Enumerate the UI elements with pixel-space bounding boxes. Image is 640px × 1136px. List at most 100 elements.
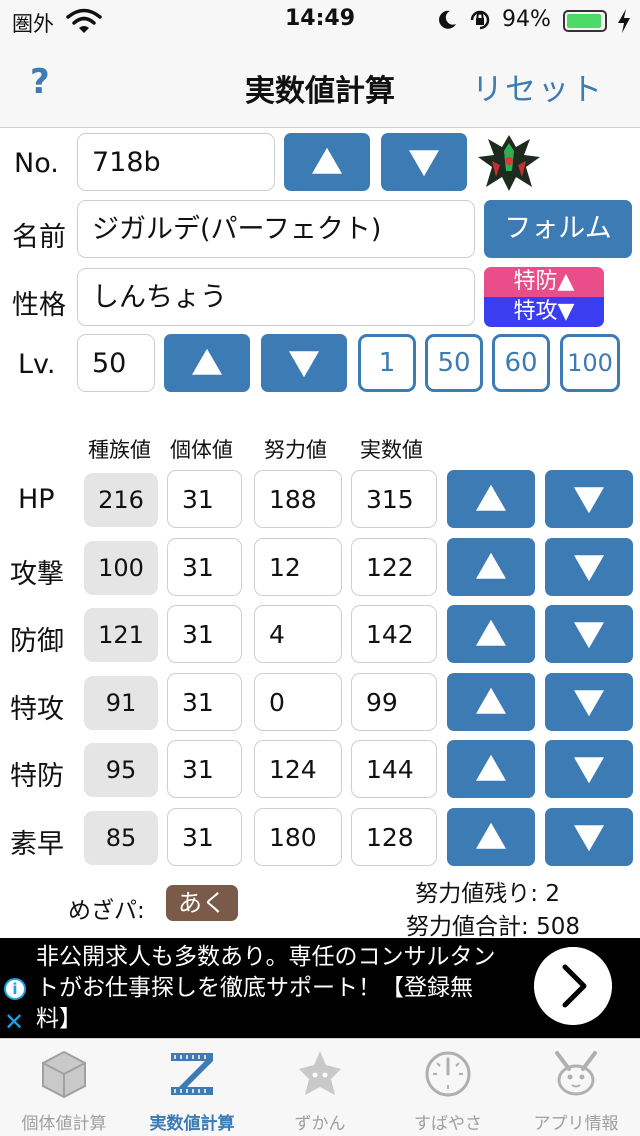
arrow-down-icon [409,150,439,177]
tab-label: 実数値計算 [149,1114,235,1134]
ev-down-button[interactable] [545,808,633,866]
tab-actual-calc[interactable]: 実数値計算 [128,1039,256,1136]
number-down-button[interactable] [381,133,467,191]
ev-input[interactable]: 124 [254,740,342,798]
name-input[interactable]: ジガルデ(パーフェクト) [77,200,475,258]
ev-input[interactable]: 0 [254,673,342,731]
iv-input[interactable]: 31 [167,538,242,596]
ev-down-button[interactable] [545,673,633,731]
ev-up-button[interactable] [447,808,535,866]
ev-input[interactable]: 12 [254,538,342,596]
level-preset-60[interactable]: 60 [492,334,550,392]
iv-input[interactable]: 31 [167,808,242,866]
arrow-up-icon [476,619,506,646]
stat-row-hp: HP 216 31 188 315 [0,469,640,529]
level-preset-1[interactable]: 1 [358,334,416,392]
level-input[interactable]: 50 [77,334,155,392]
stat-label: 防御 [10,626,64,657]
ev-input[interactable]: 180 [254,808,342,866]
column-base-stats: 種族値 [88,438,151,462]
tab-label: すばやさ [414,1114,482,1134]
actual-stat-input[interactable]: 122 [351,538,437,596]
ev-up-button[interactable] [447,740,535,798]
number-up-button[interactable] [284,133,370,191]
level-label: Lv. [18,349,56,380]
base-stat-value: 85 [84,811,158,865]
ev-remaining: 努力値残り: 2 [415,881,560,907]
ad-close-icon[interactable]: ✕ [4,1008,24,1036]
tab-app-info[interactable]: アプリ情報 [512,1039,640,1136]
ev-up-button[interactable] [447,538,535,596]
ev-up-button[interactable] [447,470,535,528]
hidden-power-type-badge: あく [166,885,238,921]
arrow-down-icon [574,622,604,649]
navigation-bar: ? 実数値計算 リセット [0,42,640,128]
tab-speed[interactable]: すばやさ [384,1039,512,1136]
ev-down-button[interactable] [545,538,633,596]
ad-banner[interactable]: 非公開求人も多数あり。専任のコンサルタントがお仕事探しを徹底サポート！【登録無料… [0,938,640,1038]
stat-label: 特防 [10,761,64,792]
ev-input[interactable]: 188 [254,470,342,528]
arrow-up-icon [312,147,342,174]
arrow-up-icon [476,754,506,781]
stat-label: 素早 [10,829,64,860]
arrow-down-icon [574,487,604,514]
iv-input[interactable]: 31 [167,605,242,663]
moon-icon [439,10,456,29]
level-preset-50[interactable]: 50 [425,334,483,392]
nature-up-stat: 特防▲ [484,267,604,297]
ev-down-button[interactable] [545,605,633,663]
battery-percent: 94% [502,7,551,32]
iv-input[interactable]: 31 [167,740,242,798]
cube-icon [42,1050,86,1099]
tab-label: 個体値計算 [21,1114,107,1134]
tab-label: アプリ情報 [533,1114,619,1134]
ev-up-button[interactable] [447,605,535,663]
base-stat-value: 121 [84,608,158,662]
base-stat-value: 100 [84,541,158,595]
level-preset-100[interactable]: 100 [560,334,620,392]
iv-input[interactable]: 31 [167,470,242,528]
level-up-button[interactable] [164,334,250,392]
stat-row-defense: 防御 121 31 4 142 [0,604,640,664]
iv-input[interactable]: 31 [167,673,242,731]
chevron-right-icon[interactable] [534,947,612,1025]
battery-icon [563,10,607,32]
actual-stat-input[interactable]: 99 [351,673,437,731]
arrow-down-icon [574,757,604,784]
status-bar: 圏外 14:49 94% [0,0,640,42]
nature-input[interactable]: しんちょう [77,268,475,326]
arrow-up-icon [476,484,506,511]
actual-stat-input[interactable]: 128 [351,808,437,866]
arrow-down-icon [574,825,604,852]
tab-iv-calc[interactable]: 個体値計算 [0,1039,128,1136]
actual-stat-input[interactable]: 315 [351,470,437,528]
hidden-power-label: めざパ: [68,898,145,924]
forme-button[interactable]: フォルム [484,200,632,258]
reset-button[interactable]: リセット [472,64,604,109]
number-label: No. [14,148,59,179]
tab-bar: 個体値計算 実数値計算 ずかん すばやさ アプリ情報 [0,1038,640,1136]
nature-effect-badge: 特防▲ 特攻▼ [484,267,604,327]
level-down-button[interactable] [261,334,347,392]
ev-down-button[interactable] [545,470,633,528]
ad-text: 非公開求人も多数あり。専任のコンサルタントがお仕事探しを徹底サポート！【登録無料… [36,944,496,1032]
arrow-up-icon [476,687,506,714]
rotation-lock-icon [470,10,490,30]
stat-label: 特攻 [10,694,64,725]
tab-pokedex[interactable]: ずかん [256,1039,384,1136]
tab-label: ずかん [294,1114,346,1134]
stat-row-attack: 攻撃 100 31 12 122 [0,537,640,597]
ev-up-button[interactable] [447,673,535,731]
ev-total: 努力値合計: 508 [406,914,580,940]
actual-stat-input[interactable]: 144 [351,740,437,798]
monster-icon [299,1051,341,1095]
ev-down-button[interactable] [545,740,633,798]
name-label: 名前 [12,222,66,253]
arrow-up-icon [476,552,506,579]
ad-info-icon[interactable]: i [4,978,26,1000]
arrow-down-icon [574,555,604,582]
number-input[interactable]: 718b [77,133,275,191]
actual-stat-input[interactable]: 142 [351,605,437,663]
ev-input[interactable]: 4 [254,605,342,663]
